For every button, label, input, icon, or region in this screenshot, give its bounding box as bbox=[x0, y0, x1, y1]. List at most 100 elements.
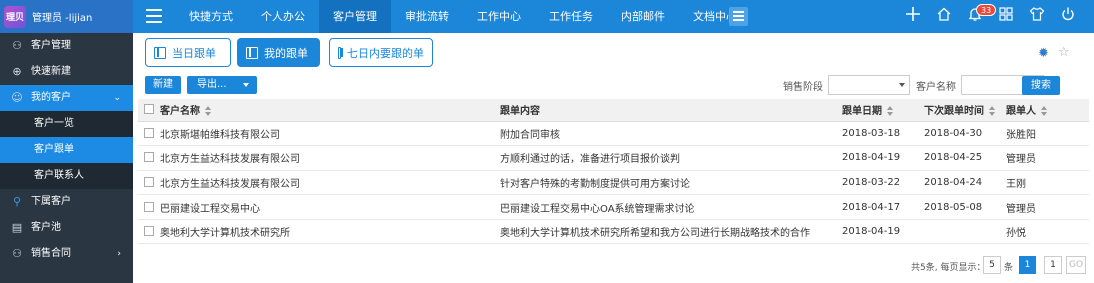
export-dropdown-button[interactable]: 导出... bbox=[187, 76, 257, 94]
menu-toggle-icon[interactable] bbox=[146, 9, 162, 23]
bookmark-icon bbox=[338, 46, 343, 59]
table-row[interactable]: 北京斯堪帕维科技有限公司 附加合同审核 2018-03-18 2018-04-3… bbox=[138, 121, 1089, 147]
sales-stage-label: 销售阶段 bbox=[783, 82, 823, 93]
table-row[interactable]: 巴丽建设工程交易中心 巴丽建设工程交易中心OA系统管理需求讨论 2018-04-… bbox=[138, 194, 1089, 220]
sidebar-item-customer-pool[interactable]: ▤ 客户池 bbox=[0, 215, 133, 241]
cell-followup-content: 奥地利大学计算机技术研究所希望和我方公司进行长期战略技术的合作 bbox=[500, 219, 842, 245]
page-size-input[interactable]: 5 bbox=[983, 256, 1001, 274]
cell-follower: 孙悦 bbox=[1006, 219, 1089, 245]
logo: 理贝 bbox=[4, 5, 26, 28]
cell-next-followup: 2018-04-24 bbox=[924, 170, 1006, 196]
sidebar-subitem-customer-followup[interactable]: 客户跟单 bbox=[0, 137, 133, 163]
page-size-unit: 条 bbox=[1004, 263, 1014, 273]
shirt-icon[interactable] bbox=[1027, 6, 1047, 26]
sidebar-item-quick-create[interactable]: ⊕ 快速新建 bbox=[0, 59, 133, 85]
nav-item-work-tasks[interactable]: 工作任务 bbox=[535, 0, 607, 33]
user-label[interactable]: 管理员 -lijian bbox=[32, 9, 92, 24]
table-header-row: 客户名称 跟单内容 跟单日期 下次跟单时间 跟单人 bbox=[138, 99, 1089, 122]
column-header-follower[interactable]: 跟单人 bbox=[1006, 99, 1089, 122]
customer-name-label: 客户名称 bbox=[916, 82, 956, 93]
pager-summary: 共5条, 每页显示： bbox=[911, 263, 986, 273]
sidebar-item-label: 客户池 bbox=[31, 222, 61, 233]
user-icon: ⚇ bbox=[12, 39, 22, 52]
table-row[interactable]: 北京方生益达科技发展有限公司 针对客户特殊的考勤制度提供可用方案讨论 2018-… bbox=[138, 170, 1089, 196]
nav-item-internal-mail[interactable]: 内部邮件 bbox=[607, 0, 679, 33]
table-row[interactable]: 北京方生益达科技发展有限公司 方顺利通过的话，准备进行项目报价谈判 2018-0… bbox=[138, 145, 1089, 171]
nav-item-personal-office[interactable]: 个人办公 bbox=[247, 0, 319, 33]
nav-item-work-center[interactable]: 工作中心 bbox=[463, 0, 535, 33]
tab-seven-day-followups[interactable]: 七日内要跟的单 bbox=[329, 38, 433, 67]
row-checkbox[interactable] bbox=[144, 226, 154, 237]
page-1-button[interactable]: 1 bbox=[1019, 256, 1036, 274]
tab-today-followups[interactable]: 当日跟单 bbox=[145, 38, 231, 67]
row-checkbox[interactable] bbox=[144, 201, 154, 212]
go-button[interactable]: GO bbox=[1066, 256, 1086, 274]
cell-followup-content: 针对客户特殊的考勤制度提供可用方案讨论 bbox=[500, 170, 842, 196]
cell-next-followup bbox=[924, 219, 1006, 245]
sidebar-item-label: 快速新建 bbox=[31, 66, 71, 77]
column-header-followup-content: 跟单内容 bbox=[500, 99, 842, 122]
grid-icon[interactable] bbox=[996, 6, 1016, 26]
select-all-checkbox[interactable] bbox=[144, 104, 154, 115]
caret-down-icon bbox=[899, 83, 905, 87]
clipboard-icon: ▤ bbox=[11, 221, 23, 234]
sidebar-subitem-customer-contacts[interactable]: 客户联系人 bbox=[0, 163, 133, 189]
row-checkbox[interactable] bbox=[144, 152, 154, 163]
sidebar-item-my-customers[interactable]: ☺ 我的客户 ⌄ bbox=[0, 85, 133, 111]
sort-icon[interactable] bbox=[887, 106, 893, 117]
notification-badge: 33 bbox=[976, 4, 997, 16]
chevron-down-icon: ⌄ bbox=[113, 93, 121, 103]
followup-table: 客户名称 跟单内容 跟单日期 下次跟单时间 跟单人 北京斯堪帕维科技有限公司 附… bbox=[138, 99, 1089, 245]
nav-item-approval-flow[interactable]: 审批流转 bbox=[391, 0, 463, 33]
contract-icon: ⚇ bbox=[12, 247, 22, 260]
row-checkbox[interactable] bbox=[144, 176, 154, 187]
star-icon[interactable]: ☆ bbox=[1058, 45, 1070, 60]
cell-customer-name[interactable]: 北京方生益达科技发展有限公司 bbox=[160, 145, 500, 171]
export-label: 导出... bbox=[197, 79, 227, 90]
new-button[interactable]: 新建 bbox=[145, 76, 181, 94]
sidebar-item-label: 销售合同 bbox=[31, 248, 71, 259]
column-header-customer-name[interactable]: 客户名称 bbox=[160, 99, 500, 122]
chevron-right-icon: › bbox=[117, 249, 121, 259]
cell-next-followup: 2018-04-30 bbox=[924, 121, 1006, 147]
cell-next-followup: 2018-04-25 bbox=[924, 145, 1006, 171]
nav-item-customer-management[interactable]: 客户管理 bbox=[319, 0, 391, 33]
cell-customer-name[interactable]: 北京斯堪帕维科技有限公司 bbox=[160, 121, 500, 147]
row-checkbox[interactable] bbox=[144, 127, 154, 138]
top-nav: 快捷方式 个人办公 客户管理 审批流转 工作中心 工作任务 内部邮件 文档中心 bbox=[175, 0, 751, 33]
plus-icon[interactable] bbox=[903, 6, 923, 26]
cell-followup-content: 附加合同审核 bbox=[500, 121, 842, 147]
nav-item-shortcuts[interactable]: 快捷方式 bbox=[175, 0, 247, 33]
sidebar-item-subordinate-customers[interactable]: ⚲ 下属客户 bbox=[0, 189, 133, 215]
sidebar-item-label: 我的客户 bbox=[31, 92, 71, 103]
nav-more-icon[interactable] bbox=[729, 7, 748, 26]
cell-customer-name[interactable]: 奥地利大学计算机技术研究所 bbox=[160, 219, 500, 245]
cell-followup-content: 巴丽建设工程交易中心OA系统管理需求讨论 bbox=[500, 194, 842, 220]
sort-icon[interactable] bbox=[989, 106, 995, 117]
table-row[interactable]: 奥地利大学计算机技术研究所 奥地利大学计算机技术研究所希望和我方公司进行长期战略… bbox=[138, 219, 1089, 245]
search-button[interactable]: 搜索 bbox=[1022, 76, 1060, 95]
sort-icon[interactable] bbox=[205, 106, 211, 117]
sidebar: ⚇ 客户管理 ⊕ 快速新建 ☺ 我的客户 ⌄ 客户一览 客户跟单 客户联系人 ⚲… bbox=[0, 33, 133, 283]
sidebar-item-sales-contracts[interactable]: ⚇ 销售合同 › bbox=[0, 241, 133, 267]
tab-label: 当日跟单 bbox=[172, 46, 216, 60]
cell-customer-name[interactable]: 北京方生益达科技发展有限公司 bbox=[160, 170, 500, 196]
power-icon[interactable] bbox=[1058, 6, 1078, 26]
tab-my-followups[interactable]: 我的跟单 bbox=[237, 38, 320, 67]
users-icon: ☺ bbox=[11, 91, 23, 104]
cell-followup-date: 2018-03-18 bbox=[842, 121, 924, 147]
cell-customer-name[interactable]: 巴丽建设工程交易中心 bbox=[160, 194, 500, 220]
brand: 理贝 管理员 -lijian bbox=[0, 0, 133, 33]
sales-stage-select[interactable] bbox=[828, 75, 910, 95]
gear-icon[interactable]: ✹ bbox=[1038, 46, 1049, 61]
cell-follower: 张胜阳 bbox=[1006, 121, 1089, 147]
column-header-followup-date[interactable]: 跟单日期 bbox=[842, 99, 924, 122]
sidebar-item-customer-management[interactable]: ⚇ 客户管理 bbox=[0, 33, 133, 59]
cell-next-followup: 2018-05-08 bbox=[924, 194, 1006, 220]
column-header-next-followup[interactable]: 下次跟单时间 bbox=[924, 99, 1006, 122]
sidebar-subitem-customer-list[interactable]: 客户一览 bbox=[0, 111, 133, 137]
goto-page-input[interactable]: 1 bbox=[1044, 256, 1062, 274]
sort-icon[interactable] bbox=[1041, 106, 1047, 117]
home-icon[interactable] bbox=[934, 6, 954, 26]
tab-label: 我的跟单 bbox=[264, 46, 308, 60]
